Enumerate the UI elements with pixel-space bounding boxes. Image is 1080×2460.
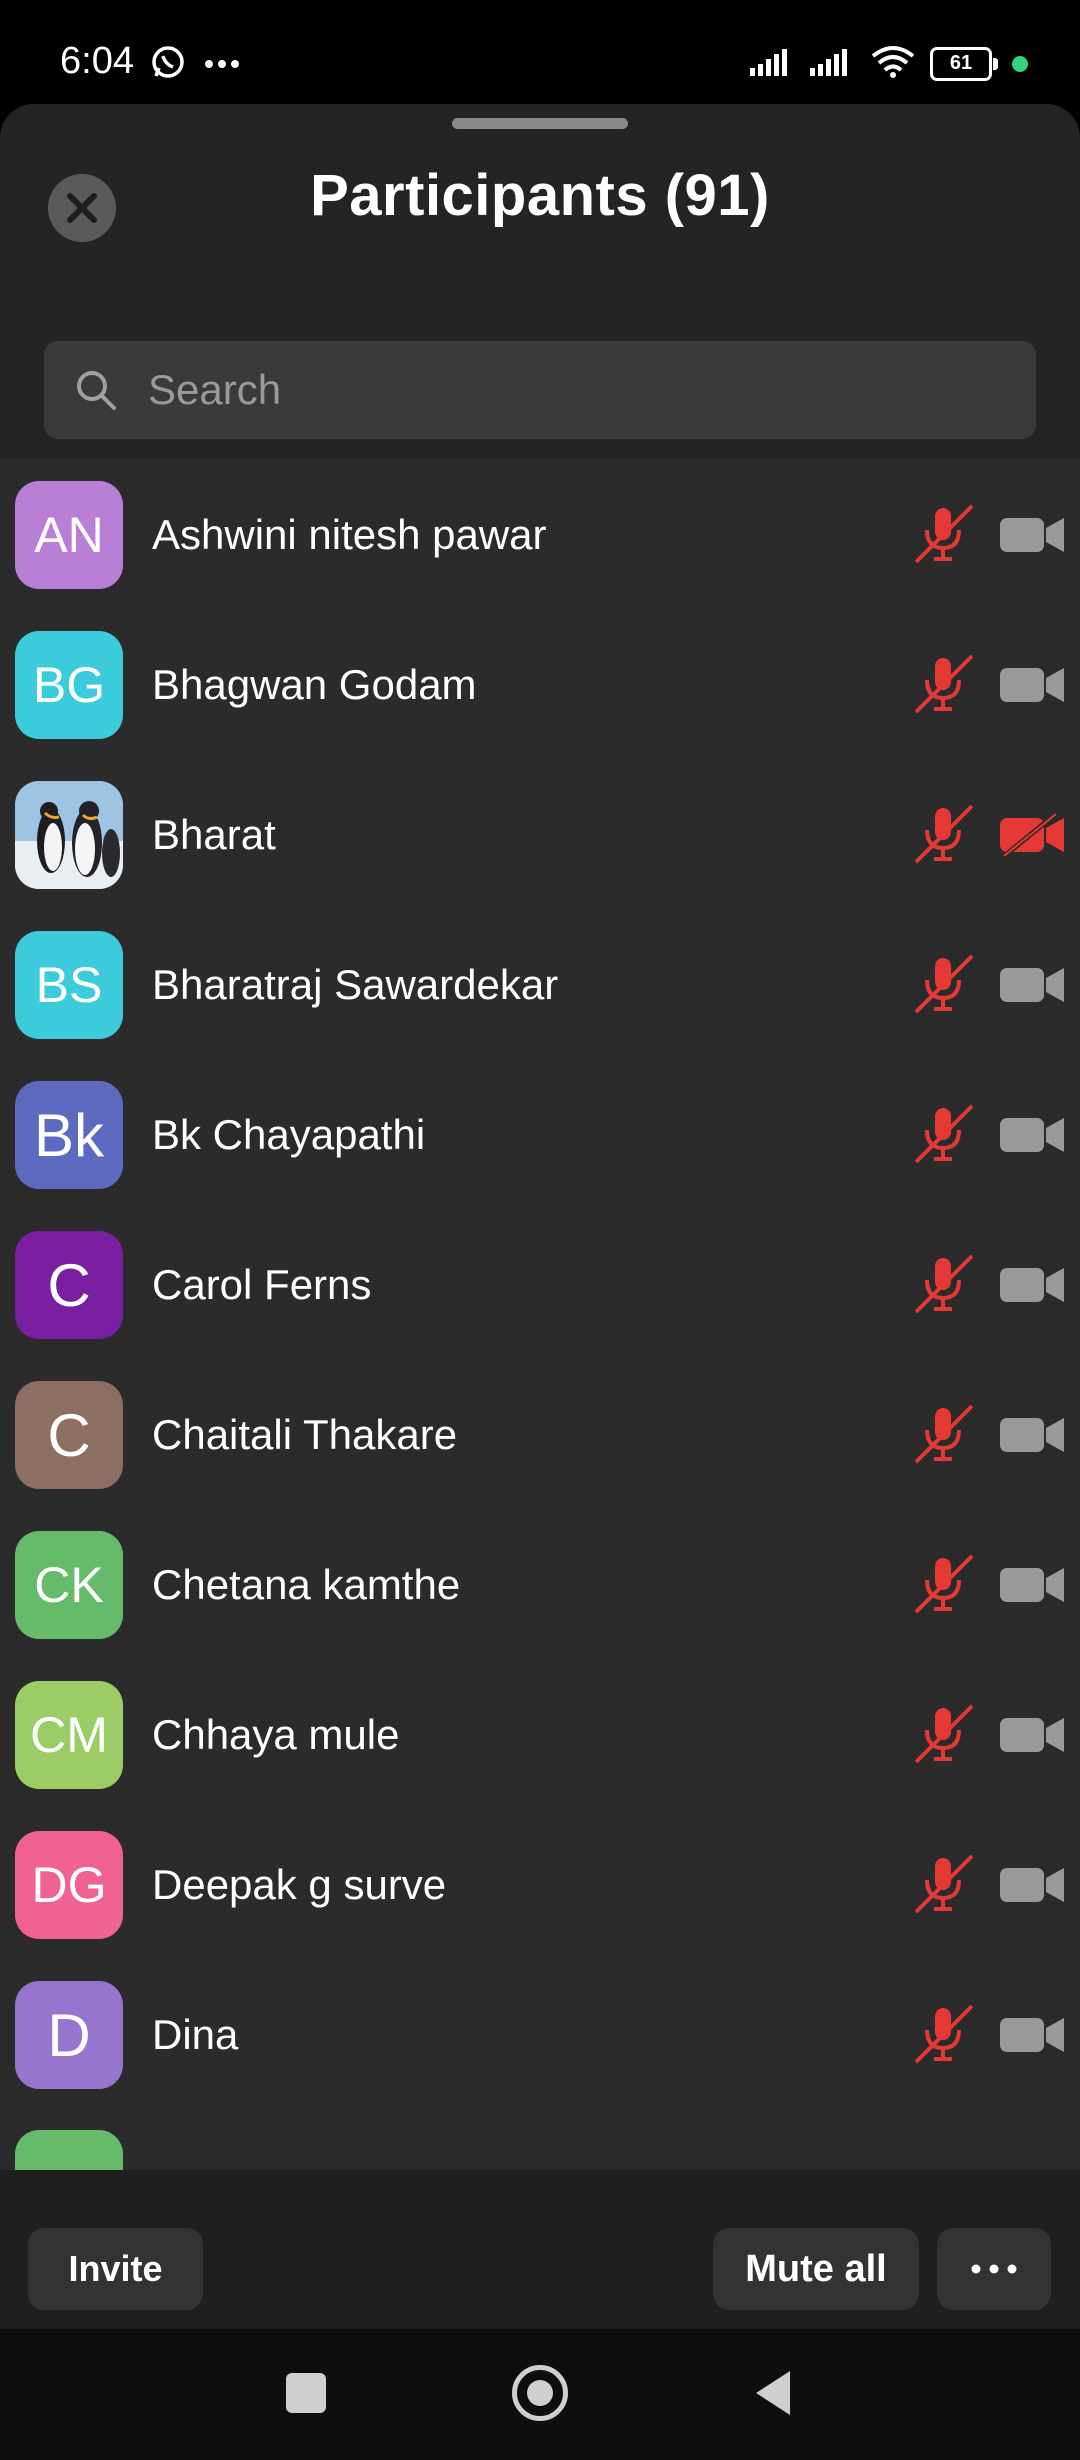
privacy-indicator-dot xyxy=(1012,55,1028,72)
participant-row[interactable]: C Carol Ferns xyxy=(0,1210,1080,1360)
mic-muted-icon[interactable] xyxy=(908,800,978,870)
more-options-button[interactable] xyxy=(937,2228,1051,2310)
more-dots-icon xyxy=(971,2264,1017,2274)
participant-row[interactable]: CM Chhaya mule xyxy=(0,1660,1080,1810)
whatsapp-icon xyxy=(150,44,186,85)
avatar xyxy=(15,781,123,889)
video-camera-icon[interactable] xyxy=(998,1710,1068,1760)
avatar: D xyxy=(15,1981,123,2089)
home-button[interactable] xyxy=(512,2365,568,2421)
participant-name: Bhagwan Godam xyxy=(152,661,477,708)
participant-row[interactable]: CK Chetana kamthe xyxy=(0,1510,1080,1660)
participant-name: Bharat xyxy=(152,811,276,858)
video-camera-icon[interactable] xyxy=(998,1860,1068,1910)
participant-name: Ashwini nitesh pawar xyxy=(152,511,547,558)
search-icon xyxy=(77,371,116,410)
participant-name: Carol Ferns xyxy=(152,1261,372,1308)
avatar: Bk xyxy=(15,1081,123,1189)
mic-muted-icon[interactable] xyxy=(908,1250,978,1320)
mic-muted-icon[interactable] xyxy=(908,1400,978,1470)
status-time: 6:04 xyxy=(60,40,134,82)
mic-muted-icon[interactable] xyxy=(908,1550,978,1620)
avatar: AN xyxy=(15,481,123,589)
participant-row[interactable]: D Dina xyxy=(0,1960,1080,2110)
avatar: CM xyxy=(15,1681,123,1789)
participant-row[interactable]: Bk Bk Chayapathi xyxy=(0,1060,1080,1210)
participant-row[interactable]: BS Bharatraj Sawardekar xyxy=(0,910,1080,1060)
status-left-icons xyxy=(150,44,240,85)
participant-name: Dina xyxy=(152,2011,239,2058)
video-camera-icon[interactable] xyxy=(998,960,1068,1010)
drag-handle[interactable] xyxy=(452,118,628,129)
status-right-icons: 61 xyxy=(750,44,1028,83)
participant-row[interactable]: Bharat xyxy=(0,760,1080,910)
avatar xyxy=(15,2130,123,2170)
search-input[interactable] xyxy=(146,365,950,415)
signal-icon xyxy=(810,46,856,81)
battery-icon: 61 xyxy=(930,46,998,81)
status-bar: 6:04 61 xyxy=(0,0,1080,104)
mic-muted-icon[interactable] xyxy=(908,650,978,720)
participant-name: Chhaya mule xyxy=(152,1711,400,1758)
participant-row[interactable]: AN Ashwini nitesh pawar xyxy=(0,460,1080,610)
mic-muted-icon[interactable] xyxy=(908,1700,978,1770)
video-camera-icon[interactable] xyxy=(998,1410,1068,1460)
signal-icon xyxy=(750,46,796,81)
video-camera-icon[interactable] xyxy=(998,1110,1068,1160)
mic-muted-icon[interactable] xyxy=(908,1850,978,1920)
video-off-icon[interactable] xyxy=(998,810,1068,860)
video-camera-icon[interactable] xyxy=(998,1560,1068,1610)
participant-name: Chaitali Thakare xyxy=(152,1411,458,1458)
avatar: C xyxy=(15,1381,123,1489)
participant-name: Deepak g surve xyxy=(152,1861,447,1908)
footer-bar: Invite Mute all xyxy=(0,2170,1080,2329)
mute-all-button[interactable]: Mute all xyxy=(713,2228,919,2310)
video-camera-icon[interactable] xyxy=(998,1260,1068,1310)
mic-muted-icon[interactable] xyxy=(908,950,978,1020)
avatar: C xyxy=(15,1231,123,1339)
battery-level: 61 xyxy=(949,52,973,74)
participant-row[interactable]: C Chaitali Thakare xyxy=(0,1360,1080,1510)
avatar: DG xyxy=(15,1831,123,1939)
sheet-header: Participants (91) xyxy=(0,104,1080,459)
mic-muted-icon[interactable] xyxy=(908,1100,978,1170)
avatar: CK xyxy=(15,1531,123,1639)
mic-muted-icon[interactable] xyxy=(908,2000,978,2070)
mic-muted-icon[interactable] xyxy=(908,500,978,570)
video-camera-icon[interactable] xyxy=(998,510,1068,560)
recents-button[interactable] xyxy=(286,2373,326,2413)
video-camera-icon[interactable] xyxy=(998,660,1068,710)
back-button[interactable] xyxy=(752,2369,792,2417)
participant-row[interactable]: BG Bhagwan Godam xyxy=(0,610,1080,760)
search-bar[interactable] xyxy=(44,341,1036,439)
participant-row[interactable]: DG Deepak g surve xyxy=(0,1810,1080,1960)
invite-button[interactable]: Invite xyxy=(28,2228,203,2310)
page-title: Participants (91) xyxy=(310,163,770,228)
participant-name: Bharatraj Sawardekar xyxy=(152,961,559,1008)
video-camera-icon[interactable] xyxy=(998,2010,1068,2060)
wifi-icon xyxy=(870,44,916,83)
more-dots-icon xyxy=(204,56,240,74)
avatar: BS xyxy=(15,931,123,1039)
participant-name: Bk Chayapathi xyxy=(152,1111,426,1158)
system-nav-bar xyxy=(0,2329,1080,2460)
participant-name: Chetana kamthe xyxy=(152,1561,461,1608)
participants-sheet: Participants (91) AN Ashwini nitesh pawar… xyxy=(0,104,1080,2329)
avatar: BG xyxy=(15,631,123,739)
home-icon xyxy=(527,2380,553,2406)
participant-list[interactable]: AN Ashwini nitesh pawar BG Bhagwan Godam Bha… xyxy=(0,460,1080,2170)
participant-row[interactable] xyxy=(0,2110,1080,2170)
